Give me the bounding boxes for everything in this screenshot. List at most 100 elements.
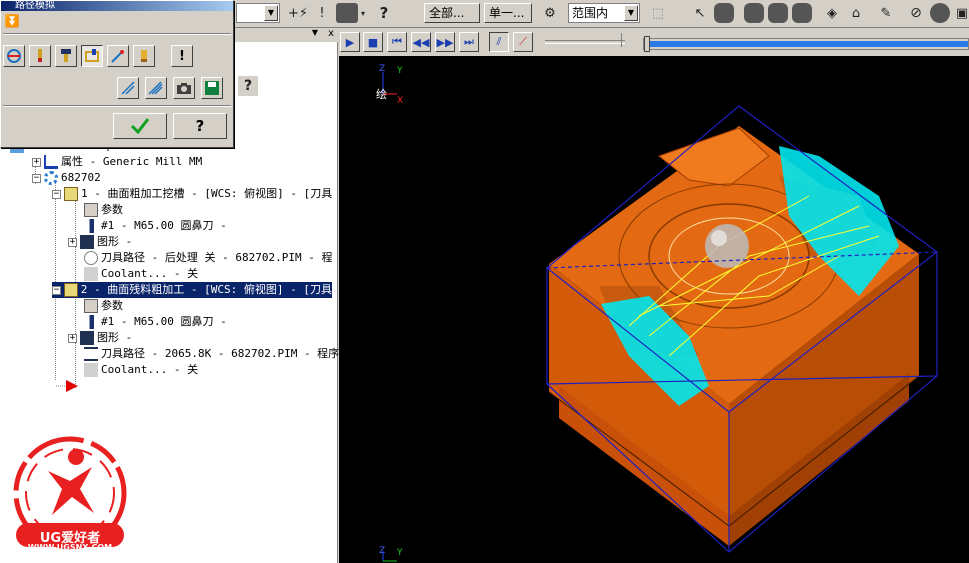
trail-display-icon[interactable]: ⫽	[489, 32, 509, 52]
select-settings-icon[interactable]: ⚙	[540, 3, 560, 23]
solid-icon[interactable]	[714, 3, 734, 23]
tree-op1-tool[interactable]: #1 - M65.00 圆鼻刀 -	[84, 218, 227, 234]
tree-op1-coolant[interactable]: Coolant... - 关	[84, 266, 198, 282]
camera-icon[interactable]	[173, 77, 195, 99]
tree-op1-geom[interactable]: + 图形 -	[68, 234, 132, 250]
insert-arrow-icon	[56, 380, 78, 392]
play-icon[interactable]: ▶	[340, 32, 360, 52]
dialog-title: 路径模拟	[1, 1, 233, 11]
ugsnx-logo: UG爱好者 WWW.UGSNX.COM	[10, 431, 130, 559]
tree-op2[interactable]: − 2 - 曲面残料粗加工 - [WCS: 俯视图] - [刀具	[52, 282, 332, 298]
expand-icon[interactable]: +	[68, 333, 77, 343]
axis-label-x: X	[397, 96, 404, 106]
bottom-axis-label-y: Y	[397, 548, 403, 558]
save-icon[interactable]	[201, 77, 223, 99]
tree-op2-geom[interactable]: + 图形 -	[68, 330, 132, 346]
tree-op1-path-label: 刀具路径 - 后处理 关 - 682702.PIM - 程	[101, 251, 333, 264]
collapse-icon[interactable]: −	[52, 285, 61, 295]
solid-4-icon[interactable]	[792, 3, 812, 23]
select-arrow-icon[interactable]: ⬚	[648, 3, 668, 23]
parallel-lines-icon[interactable]	[117, 77, 139, 99]
expand-icon[interactable]: +	[32, 157, 41, 167]
ok-button[interactable]	[113, 113, 167, 139]
playback-toolbar: ▶ ■ ⏮ ◀◀ ▶▶ ⏭ ⫽ ⟋	[339, 28, 969, 56]
tool-icon[interactable]: ✎	[876, 3, 896, 23]
tree-op1-tool-label: #1 - M65.00 圆鼻刀 -	[101, 219, 227, 232]
geometry-icon	[80, 331, 94, 345]
simulation-scene[interactable]	[339, 56, 969, 563]
panel-close-icon[interactable]: x	[328, 28, 334, 39]
toolbar-combo-left[interactable]: ▼	[236, 3, 280, 23]
shade-icon[interactable]	[336, 3, 358, 23]
holder-display-icon[interactable]	[55, 45, 77, 67]
tree-op2-path-label: 刀具路径 - 2065.8K - 682702.PIM - 程序	[101, 347, 340, 360]
collapse-icon[interactable]: −	[52, 189, 61, 199]
tree-op2-tool[interactable]: #1 - M65.00 圆鼻刀 -	[84, 314, 227, 330]
help-button[interactable]: ?	[173, 113, 227, 139]
panel-menu-icon[interactable]: ▼	[312, 28, 318, 37]
quick-verify-icon[interactable]	[133, 45, 155, 67]
pointer-icon[interactable]: ↖	[690, 3, 710, 23]
tree-op2-params[interactable]: 参数	[84, 298, 123, 314]
tool-display-icon[interactable]	[29, 45, 51, 67]
last-step-icon[interactable]: ⏭	[459, 32, 479, 52]
graphics-viewport[interactable]: Z Y 绘 X Z Y	[339, 56, 969, 563]
tree-op1-params-label: 参数	[101, 203, 123, 216]
filter-all-button[interactable]: 全部...	[424, 3, 480, 23]
more-icon[interactable]: ▣	[952, 3, 969, 23]
endmill-icon	[84, 219, 98, 233]
view-icon[interactable]: ⌂	[846, 3, 866, 23]
tree-op2-params-label: 参数	[101, 299, 123, 312]
tree-op1-coolant-label: Coolant... - 关	[101, 267, 199, 280]
panel-help-icon[interactable]: ?	[238, 76, 258, 96]
range-select[interactable]: 范围内 ▼	[568, 3, 640, 23]
rapid-display-icon[interactable]	[81, 45, 103, 67]
insert-arrow[interactable]	[56, 378, 82, 394]
first-step-icon[interactable]: ⏮	[387, 32, 407, 52]
tree-op2-coolant-label: Coolant... - 关	[101, 363, 199, 376]
dropdown-arrow-icon[interactable]: ▾	[358, 3, 368, 23]
expand-icon[interactable]: +	[68, 237, 77, 247]
endmill-icon	[84, 315, 98, 329]
tree-op2-coolant[interactable]: Coolant... - 关	[84, 362, 198, 378]
tree-op1-path[interactable]: 刀具路径 - 后处理 关 - 682702.PIM - 程	[84, 250, 332, 266]
params-icon	[84, 203, 98, 217]
no-entry-icon[interactable]: ⊘	[906, 3, 926, 23]
speed-slider[interactable]	[545, 33, 625, 47]
range-select-value: 范围内	[572, 6, 609, 20]
tree-part[interactable]: − 682702	[32, 170, 101, 186]
progress-slider-thumb[interactable]	[644, 36, 650, 52]
toolpath-icon	[84, 251, 98, 265]
tree-properties-label: 属性 - Generic Mill MM	[61, 155, 203, 168]
folder-open-icon	[63, 283, 78, 297]
bottom-axis-label-z: Z	[379, 546, 386, 556]
step-forward-icon[interactable]: ▶▶	[435, 32, 455, 52]
sim-display-icon[interactable]	[3, 45, 25, 67]
folder-open-icon	[64, 187, 78, 201]
multi-lines-icon[interactable]	[145, 77, 167, 99]
step-back-icon[interactable]: ◀◀	[411, 32, 431, 52]
endpoint-display-icon[interactable]	[107, 45, 129, 67]
tree-part-label: 682702	[61, 171, 101, 184]
tree-op1[interactable]: − 1 - 曲面粗加工挖槽 - [WCS: 俯视图] - [刀具	[52, 186, 332, 202]
collapse-dialog-icon[interactable]: ⏬	[3, 13, 21, 29]
info-icon[interactable]: !	[171, 45, 193, 67]
help-icon[interactable]: ?	[374, 3, 394, 23]
tool-only-icon[interactable]: ⟋	[513, 32, 533, 52]
tree-properties[interactable]: + 属性 - Generic Mill MM	[32, 154, 202, 170]
stop-icon[interactable]: ■	[363, 32, 383, 52]
speed-slider-thumb[interactable]	[621, 33, 627, 47]
coolant-icon	[84, 267, 98, 281]
sphere-icon[interactable]	[930, 3, 950, 23]
tree-op1-params[interactable]: 参数	[84, 202, 123, 218]
progress-slider[interactable]	[643, 36, 969, 52]
filter-single-button[interactable]: 单一...	[484, 3, 532, 23]
cube-icon[interactable]: ◈	[822, 3, 842, 23]
solid-2-icon[interactable]	[744, 3, 764, 23]
collapse-icon[interactable]: −	[32, 173, 41, 183]
solid-3-icon[interactable]	[768, 3, 788, 23]
warning-icon[interactable]: !	[312, 3, 332, 23]
toolpath-wave-icon	[84, 347, 98, 361]
tree-op2-path[interactable]: 刀具路径 - 2065.8K - 682702.PIM - 程序	[84, 346, 339, 362]
add-icon[interactable]: +⚡	[288, 3, 308, 23]
